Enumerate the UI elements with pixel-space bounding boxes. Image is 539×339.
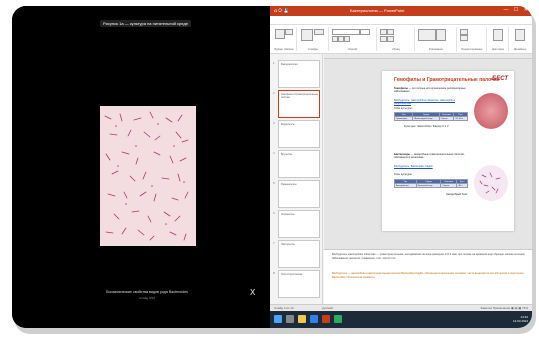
align-center-icon[interactable] [387,36,394,42]
ribbon-group-label: Слайды [307,47,319,51]
device-frame: Рисунок 1a — культура на питательной сре… [12,6,532,328]
window-title: Бактериология — PowerPoint [350,8,405,13]
replace-icon[interactable] [460,35,468,41]
block1-note: Культура / гемоглобин / Фактор X и V [404,125,449,128]
taskbar: 14:32 12.03.2024 [270,311,532,328]
ribbon-group-editing: Редактирование [458,27,487,51]
ribbon-tabs: Файл Главная Вставка Конструктор Переход… [270,16,532,31]
window-controls[interactable]: — ☐ ✕ [504,7,530,13]
slide-thumb-4[interactable]: 4 Бруцеллы [273,150,320,178]
powerpoint-icon[interactable] [322,315,330,323]
slide-thumb-1[interactable]: 1 Бактериология [273,60,320,88]
image-viewer: Рисунок 1a — культура на питательной сре… [12,6,268,328]
current-slide[interactable]: Гемофилы и Грамотрицательные палочки БЕС… [382,71,514,231]
notes-paragraph-1: Возбудитель Haemophilus influenzae — гра… [332,253,526,260]
file-explorer-icon[interactable] [298,315,306,323]
ribbon-group-dictate: Диктовка [488,27,509,51]
new-slide-icon[interactable] [301,29,313,41]
speaker-notes[interactable]: Возбудитель Haemophilus influenzae — гра… [324,249,532,305]
search-icon[interactable] [286,315,294,323]
ribbon-group-drawing: Рисование [416,27,457,51]
font-size-field[interactable] [360,29,370,35]
block1-text[interactable]: Гемофилы — это острые или хронические ре… [394,87,470,94]
quick-access-toolbar[interactable]: ⎌ ⟳ 💾 [274,8,289,13]
slide-thumbnails-pane: 1 Бактериология 2 Гемофилы и Грамотрицател… [270,54,323,312]
ribbon-group-label: Абзац [392,47,400,51]
app-icon[interactable] [334,315,342,323]
viewer-caption: Биохимические свойства видов рода Bacter… [106,290,188,294]
table-row: Грамотриц. Шоколадный агар Серые 24–48 ч [393,116,468,121]
ribbon: Буфер обмена Слайды Шрифт Абзац Рисовани… [270,25,532,54]
ribbon-group-paragraph: Абзац [378,27,415,51]
slide-thumb-6[interactable]: 6 Легионеллы [273,210,320,238]
slide-thumb-5[interactable]: 5 Франциселлы [273,180,320,208]
ribbon-group-label: Дизайнер [513,47,527,51]
slide-thumb-2[interactable]: 2 Гемофилы и Грамотрицательные палочки [273,90,320,118]
microscopy-image[interactable] [100,106,196,246]
view-zoom-controls[interactable]: Заметки Примечания ▣ ▤ ▦ 74% [481,306,528,310]
paste-icon[interactable] [275,29,285,39]
viewer-top-label: Рисунок 1a — культура на питательной сре… [100,20,191,27]
ribbon-group-label: Шрифт [348,47,358,51]
block1-cause[interactable]: Возбудитель: Haemophilus influenzae, Hae… [394,99,472,106]
table-1[interactable]: Тип Среда Колонии Рост Грамотриц. Шокола… [393,112,468,121]
powerpoint-window: ⎌ ⟳ 💾 Бактериология — PowerPoint — ☐ ✕ Ф… [270,6,532,328]
slide-thumb-7[interactable]: 7 Пастереллы [273,240,320,268]
ribbon-group-label: Редактирование [461,47,483,51]
title-bar: ⎌ ⟳ 💾 Бактериология — PowerPoint — ☐ ✕ [270,6,532,16]
culture-image-1[interactable] [474,93,508,129]
table-row: Анаэробные Кровяной агар Серые 48 ч [394,183,468,188]
bullets-icon[interactable] [380,29,387,35]
ribbon-group-clipboard: Буфер обмена [272,27,297,51]
block2-note: Анаэробный бокс [446,193,468,196]
block2-cause[interactable]: Возбудитель: Bacteroides fragilis [394,165,470,168]
ribbon-group-font: Шрифт [330,27,377,51]
block2-sub: Типы культуры: [394,173,413,176]
notes-paragraph-2: Возбудитель — анаэробная грамотрицательн… [332,272,525,279]
slide-thumb-8[interactable]: 8 Пептострептококки [273,270,320,298]
slide-canvas: Гемофилы и Грамотрицательные палочки БЕС… [324,59,532,249]
block2-text[interactable]: Бактероиды — анаэробные грамотрицательны… [394,153,470,160]
ribbon-group-label: Буфер обмена [274,47,294,51]
ribbon-group-designer: Дизайнер [510,27,530,51]
start-icon[interactable] [274,315,282,323]
table-2[interactable]: Тип Среда Колонии Рост Анаэробные Кровян… [394,179,468,188]
numbering-icon[interactable] [387,29,394,35]
language-indicator[interactable]: русский [322,306,333,310]
close-viewer-button[interactable]: X [250,288,255,297]
align-left-icon[interactable] [380,36,387,42]
block1-sub: Типы культуры: [394,107,413,110]
culture-image-2[interactable] [474,165,508,201]
browser-icon[interactable] [310,315,318,323]
cut-icon[interactable] [285,29,293,35]
slide-counter: Слайд 3 из 14 [274,306,294,310]
ribbon-group-label: Диктовка [492,47,504,51]
layout-icon[interactable] [314,29,324,35]
slide-thumb-3[interactable]: 3 Бордетеллы [273,120,320,148]
underline-icon[interactable] [344,36,350,42]
slide-logo: БЕСТ [491,76,508,82]
viewer-subcaption: Слайд 3/14 [139,296,155,300]
arrange-icon[interactable] [436,29,446,41]
font-name-field[interactable] [332,29,360,35]
shapes-gallery[interactable] [418,29,436,41]
slide-title[interactable]: Гемофилы и Грамотрицательные палочки [394,77,500,83]
microphone-icon[interactable] [493,29,503,41]
ribbon-group-label: Рисование [428,47,444,51]
ribbon-group-slides: Слайды [298,27,329,51]
clock[interactable]: 14:32 12.03.2024 [513,315,528,323]
designer-icon[interactable] [515,29,525,41]
